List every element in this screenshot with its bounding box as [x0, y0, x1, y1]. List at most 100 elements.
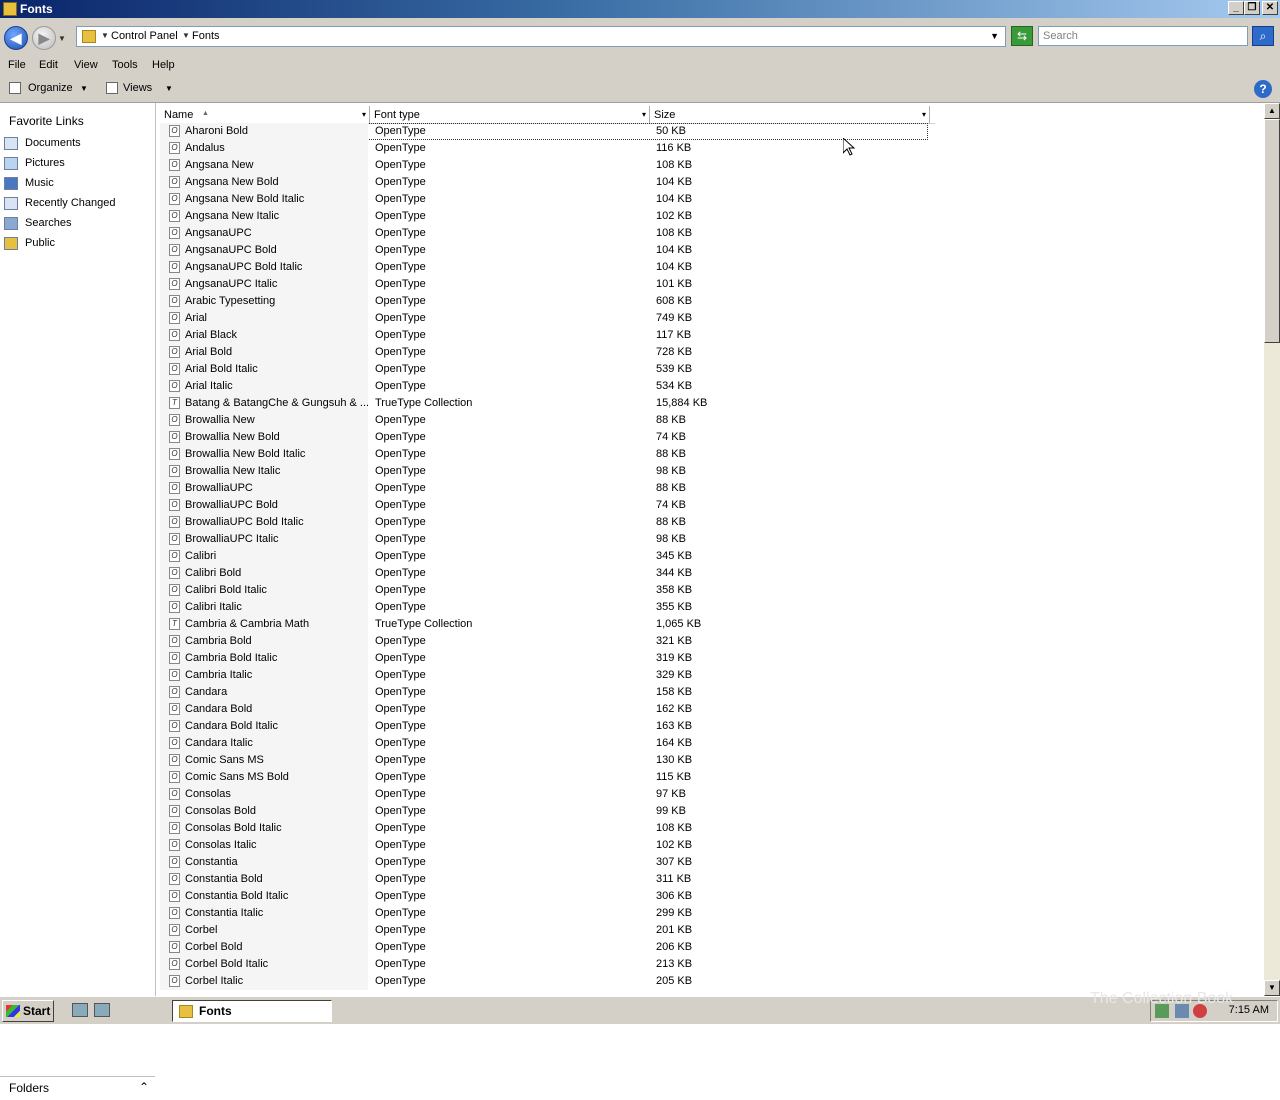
start-button[interactable]: Start: [2, 1000, 54, 1022]
address-field[interactable]: ▼ Control Panel ▼ Fonts ▼: [76, 26, 1006, 47]
sidebar-item-public[interactable]: Public: [4, 234, 152, 254]
search-input[interactable]: Search: [1038, 26, 1248, 46]
table-row[interactable]: O Corbel OpenType 201 KB: [160, 922, 930, 939]
table-row[interactable]: O Consolas Bold Italic OpenType 108 KB: [160, 820, 930, 837]
font-name: BrowalliaUPC Bold: [185, 499, 278, 511]
table-row[interactable]: O Candara Bold OpenType 162 KB: [160, 701, 930, 718]
table-row[interactable]: O AngsanaUPC Bold Italic OpenType 104 KB: [160, 259, 930, 276]
organize-dropdown-icon[interactable]: ▼: [80, 84, 88, 93]
table-row[interactable]: O Cambria Bold OpenType 321 KB: [160, 633, 930, 650]
recent-pages-dropdown-icon[interactable]: ▼: [58, 34, 66, 43]
menu-view[interactable]: View: [74, 59, 98, 71]
table-row[interactable]: O Constantia OpenType 307 KB: [160, 854, 930, 871]
table-row[interactable]: O Cambria Bold Italic OpenType 319 KB: [160, 650, 930, 667]
table-row[interactable]: O Arial OpenType 749 KB: [160, 310, 930, 327]
table-row[interactable]: O Arial Black OpenType 117 KB: [160, 327, 930, 344]
search-button[interactable]: ⌕: [1252, 26, 1274, 46]
column-header-font-type[interactable]: Font type ▾: [370, 106, 650, 123]
table-row[interactable]: O Angsana New OpenType 108 KB: [160, 157, 930, 174]
refresh-button[interactable]: ⇆: [1011, 26, 1033, 46]
close-button[interactable]: ✕: [1262, 1, 1278, 15]
table-row[interactable]: O Arabic Typesetting OpenType 608 KB: [160, 293, 930, 310]
column-filter-dropdown-icon[interactable]: ▾: [922, 110, 926, 119]
table-row[interactable]: O Arial Italic OpenType 534 KB: [160, 378, 930, 395]
table-row[interactable]: O Consolas OpenType 97 KB: [160, 786, 930, 803]
column-filter-dropdown-icon[interactable]: ▾: [362, 110, 366, 119]
table-row[interactable]: O Corbel Bold OpenType 206 KB: [160, 939, 930, 956]
organize-button[interactable]: Organize: [28, 82, 73, 94]
table-row[interactable]: O Browallia New Bold Italic OpenType 88 KB: [160, 446, 930, 463]
views-dropdown-icon[interactable]: ▼: [165, 84, 173, 93]
table-row[interactable]: O Corbel Bold Italic OpenType 213 KB: [160, 956, 930, 973]
table-row[interactable]: O Andalus OpenType 116 KB: [160, 140, 930, 157]
table-row[interactable]: O BrowalliaUPC OpenType 88 KB: [160, 480, 930, 497]
scroll-thumb[interactable]: [1264, 119, 1280, 343]
table-row[interactable]: O Arial Bold Italic OpenType 539 KB: [160, 361, 930, 378]
column-header-name[interactable]: Name ▲ ▾: [160, 106, 370, 123]
table-row[interactable]: O Browallia New Bold OpenType 74 KB: [160, 429, 930, 446]
sidebar-item-recently-changed[interactable]: Recently Changed: [4, 194, 152, 214]
table-row[interactable]: O Calibri OpenType 345 KB: [160, 548, 930, 565]
table-row[interactable]: O Browallia New OpenType 88 KB: [160, 412, 930, 429]
menu-help[interactable]: Help: [152, 59, 175, 71]
table-row[interactable]: O Corbel Italic OpenType 205 KB: [160, 973, 930, 990]
table-row[interactable]: O AngsanaUPC Italic OpenType 101 KB: [160, 276, 930, 293]
table-row[interactable]: O Consolas Italic OpenType 102 KB: [160, 837, 930, 854]
table-row[interactable]: O Aharoni Bold OpenType 50 KB: [160, 123, 928, 140]
table-row[interactable]: O Consolas Bold OpenType 99 KB: [160, 803, 930, 820]
sidebar-item-documents[interactable]: Documents: [4, 134, 152, 154]
table-row[interactable]: O AngsanaUPC OpenType 108 KB: [160, 225, 930, 242]
restore-button[interactable]: ❐: [1244, 1, 1260, 15]
menu-tools[interactable]: Tools: [112, 59, 138, 71]
sidebar-item-music[interactable]: Music: [4, 174, 152, 194]
table-row[interactable]: O Angsana New Italic OpenType 102 KB: [160, 208, 930, 225]
table-row[interactable]: O Comic Sans MS OpenType 130 KB: [160, 752, 930, 769]
scroll-up-arrow-icon[interactable]: ▲: [1264, 103, 1280, 119]
table-row[interactable]: O Calibri Italic OpenType 355 KB: [160, 599, 930, 616]
quick-launch-server-icon[interactable]: [72, 1003, 88, 1017]
back-button[interactable]: ◀: [4, 26, 28, 50]
menu-edit[interactable]: Edit: [39, 59, 58, 71]
forward-button[interactable]: ▶: [32, 26, 56, 50]
table-row[interactable]: O Constantia Bold OpenType 311 KB: [160, 871, 930, 888]
clock[interactable]: 7:15 AM: [1229, 1004, 1269, 1016]
chevron-down-icon[interactable]: ▼: [101, 31, 109, 40]
table-row[interactable]: O Candara Italic OpenType 164 KB: [160, 735, 930, 752]
column-header-size[interactable]: Size ▾: [650, 106, 930, 123]
quick-launch-desktop-icon[interactable]: [94, 1003, 110, 1017]
breadcrumb-fonts[interactable]: Fonts: [192, 30, 220, 42]
table-row[interactable]: O Calibri Bold Italic OpenType 358 KB: [160, 582, 930, 599]
table-row[interactable]: O AngsanaUPC Bold OpenType 104 KB: [160, 242, 930, 259]
table-row[interactable]: O BrowalliaUPC Italic OpenType 98 KB: [160, 531, 930, 548]
table-row[interactable]: O Comic Sans MS Bold OpenType 115 KB: [160, 769, 930, 786]
chevron-up-icon[interactable]: ⌃: [139, 1080, 149, 1094]
column-filter-dropdown-icon[interactable]: ▾: [642, 110, 646, 119]
scroll-down-arrow-icon[interactable]: ▼: [1264, 980, 1280, 996]
sidebar-item-pictures[interactable]: Pictures: [4, 154, 152, 174]
table-row[interactable]: O Candara OpenType 158 KB: [160, 684, 930, 701]
table-row[interactable]: T Batang & BatangChe & Gungsuh & ... TrueT…: [160, 395, 930, 412]
views-button[interactable]: Views: [123, 82, 152, 94]
vertical-scrollbar[interactable]: ▲ ▼: [1264, 103, 1280, 996]
menu-file[interactable]: File: [8, 59, 26, 71]
table-row[interactable]: O Arial Bold OpenType 728 KB: [160, 344, 930, 361]
table-row[interactable]: O Constantia Bold Italic OpenType 306 KB: [160, 888, 930, 905]
minimize-button[interactable]: _: [1228, 1, 1244, 15]
chevron-down-icon[interactable]: ▼: [182, 31, 190, 40]
table-row[interactable]: O Browallia New Italic OpenType 98 KB: [160, 463, 930, 480]
breadcrumb-control-panel[interactable]: Control Panel: [111, 30, 178, 42]
table-row[interactable]: O Constantia Italic OpenType 299 KB: [160, 905, 930, 922]
table-row[interactable]: O BrowalliaUPC Bold Italic OpenType 88 KB: [160, 514, 930, 531]
table-row[interactable]: T Cambria & Cambria Math TrueType Collecti…: [160, 616, 930, 633]
address-dropdown-icon[interactable]: ▼: [990, 31, 999, 41]
table-row[interactable]: O Calibri Bold OpenType 344 KB: [160, 565, 930, 582]
table-row[interactable]: O Candara Bold Italic OpenType 163 KB: [160, 718, 930, 735]
table-row[interactable]: O Cambria Italic OpenType 329 KB: [160, 667, 930, 684]
table-row[interactable]: O BrowalliaUPC Bold OpenType 74 KB: [160, 497, 930, 514]
table-row[interactable]: O Angsana New Bold Italic OpenType 104 KB: [160, 191, 930, 208]
folders-toggle[interactable]: Folders ⌃: [0, 1076, 155, 1100]
taskbar-button-fonts[interactable]: Fonts: [172, 1000, 332, 1022]
sidebar-item-searches[interactable]: Searches: [4, 214, 152, 234]
table-row[interactable]: O Angsana New Bold OpenType 104 KB: [160, 174, 930, 191]
help-icon[interactable]: ?: [1254, 80, 1272, 98]
